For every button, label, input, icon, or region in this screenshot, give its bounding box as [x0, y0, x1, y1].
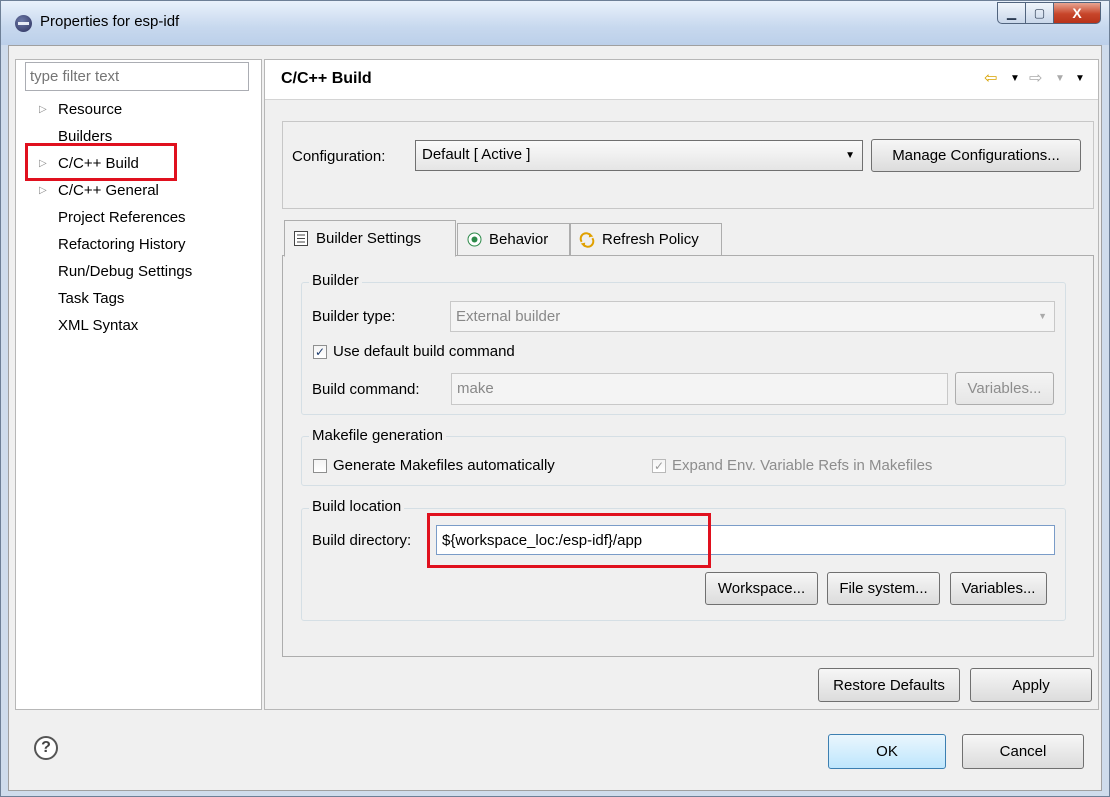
- tree-item-xml-syntax[interactable]: XML Syntax: [16, 312, 261, 339]
- window-controls: ▁ ▢ X: [997, 2, 1101, 24]
- forward-arrow-icon[interactable]: ⇨: [1029, 68, 1042, 88]
- manage-configurations-button[interactable]: Manage Configurations...: [871, 139, 1081, 172]
- tree-item-run-debug-settings[interactable]: Run/Debug Settings: [16, 258, 261, 285]
- page-title: C/C++ Build: [281, 70, 372, 87]
- title-bar[interactable]: Properties for esp-idf ▁ ▢ X: [1, 1, 1109, 45]
- highlight-box-build: [25, 143, 177, 181]
- tab-label: Refresh Policy: [602, 231, 699, 248]
- configuration-value: Default [ Active ]: [422, 146, 531, 163]
- tree-item-label: Refactoring History: [58, 236, 186, 253]
- tree-item-label: C/C++ General: [58, 182, 159, 199]
- builder-type-label: Builder type:: [312, 308, 396, 325]
- makefile-group-label: Makefile generation: [309, 427, 446, 444]
- apply-button[interactable]: Apply: [970, 668, 1092, 702]
- help-icon[interactable]: ?: [34, 736, 58, 760]
- minimize-button[interactable]: ▁: [997, 2, 1025, 24]
- use-default-command-label: Use default build command: [333, 343, 515, 360]
- page-header: C/C++ Build ⇦ ▼ ⇨ ▼ ▼: [265, 60, 1098, 100]
- close-button[interactable]: X: [1053, 2, 1101, 24]
- tree-item-label: XML Syntax: [58, 317, 139, 334]
- view-menu-icon[interactable]: ▼: [1075, 73, 1085, 84]
- tab-refresh-policy[interactable]: Refresh Policy: [570, 223, 722, 256]
- tree-item-label: Task Tags: [58, 290, 125, 307]
- use-default-command-checkbox[interactable]: ✓: [313, 345, 327, 359]
- restore-defaults-button[interactable]: Restore Defaults: [818, 668, 960, 702]
- builder-type-select[interactable]: External builder ▼: [450, 301, 1055, 332]
- generate-makefiles-label: Generate Makefiles automatically: [333, 457, 555, 474]
- forward-dropdown-icon[interactable]: ▼: [1055, 73, 1065, 84]
- chevron-down-icon: ▼: [1038, 311, 1047, 321]
- back-arrow-icon[interactable]: ⇦: [984, 68, 997, 88]
- expand-arrow-icon[interactable]: ▷: [39, 177, 47, 204]
- location-variables-button[interactable]: Variables...: [950, 572, 1047, 605]
- build-command-input[interactable]: make: [451, 373, 948, 405]
- build-directory-label: Build directory:: [312, 532, 412, 549]
- chevron-down-icon: ▼: [845, 150, 855, 161]
- refresh-icon: [579, 231, 595, 248]
- back-dropdown-icon[interactable]: ▼: [1010, 73, 1020, 84]
- build-command-label: Build command:: [312, 381, 420, 398]
- tab-builder-settings[interactable]: Builder Settings: [284, 220, 456, 257]
- ok-button[interactable]: OK: [828, 734, 946, 769]
- expand-arrow-icon[interactable]: ▷: [39, 96, 47, 123]
- property-tree: ▷ Resource Builders ▷ C/C++ Build ▷ C/C++ Gene…: [16, 96, 261, 339]
- tree-item-refactoring-history[interactable]: Refactoring History: [16, 231, 261, 258]
- list-icon: [293, 231, 309, 247]
- tree-item-label: Project References: [58, 209, 186, 226]
- eclipse-icon: [15, 15, 32, 32]
- filter-input[interactable]: [25, 62, 249, 91]
- tree-item-project-references[interactable]: Project References: [16, 204, 261, 231]
- maximize-button[interactable]: ▢: [1025, 2, 1053, 24]
- tab-behavior[interactable]: Behavior: [457, 223, 570, 256]
- build-location-group-label: Build location: [309, 498, 405, 515]
- expand-env-checkbox[interactable]: ✓: [652, 459, 666, 473]
- tree-item-task-tags[interactable]: Task Tags: [16, 285, 261, 312]
- tab-label: Behavior: [489, 231, 549, 248]
- radio-icon: [466, 232, 482, 248]
- window-title: Properties for esp-idf: [40, 13, 180, 30]
- expand-env-label: Expand Env. Variable Refs in Makefiles: [672, 457, 933, 474]
- workspace-button[interactable]: Workspace...: [705, 572, 818, 605]
- file-system-button[interactable]: File system...: [827, 572, 940, 605]
- tree-item-label: Resource: [58, 101, 123, 118]
- tree-item-c-c-general[interactable]: ▷ C/C++ General: [16, 177, 261, 204]
- cancel-button[interactable]: Cancel: [962, 734, 1084, 769]
- tab-label: Builder Settings: [316, 230, 422, 247]
- tree-item-resource[interactable]: ▷ Resource: [16, 96, 261, 123]
- configuration-label: Configuration:: [292, 148, 386, 165]
- builder-group-label: Builder: [309, 272, 362, 289]
- generate-makefiles-checkbox[interactable]: [313, 459, 327, 473]
- tree-item-label: Run/Debug Settings: [58, 263, 193, 280]
- highlight-box-directory: [427, 513, 711, 568]
- builder-variables-button[interactable]: Variables...: [955, 372, 1054, 405]
- configuration-select[interactable]: Default [ Active ] ▼: [415, 140, 863, 171]
- builder-type-value: External builder: [456, 308, 561, 325]
